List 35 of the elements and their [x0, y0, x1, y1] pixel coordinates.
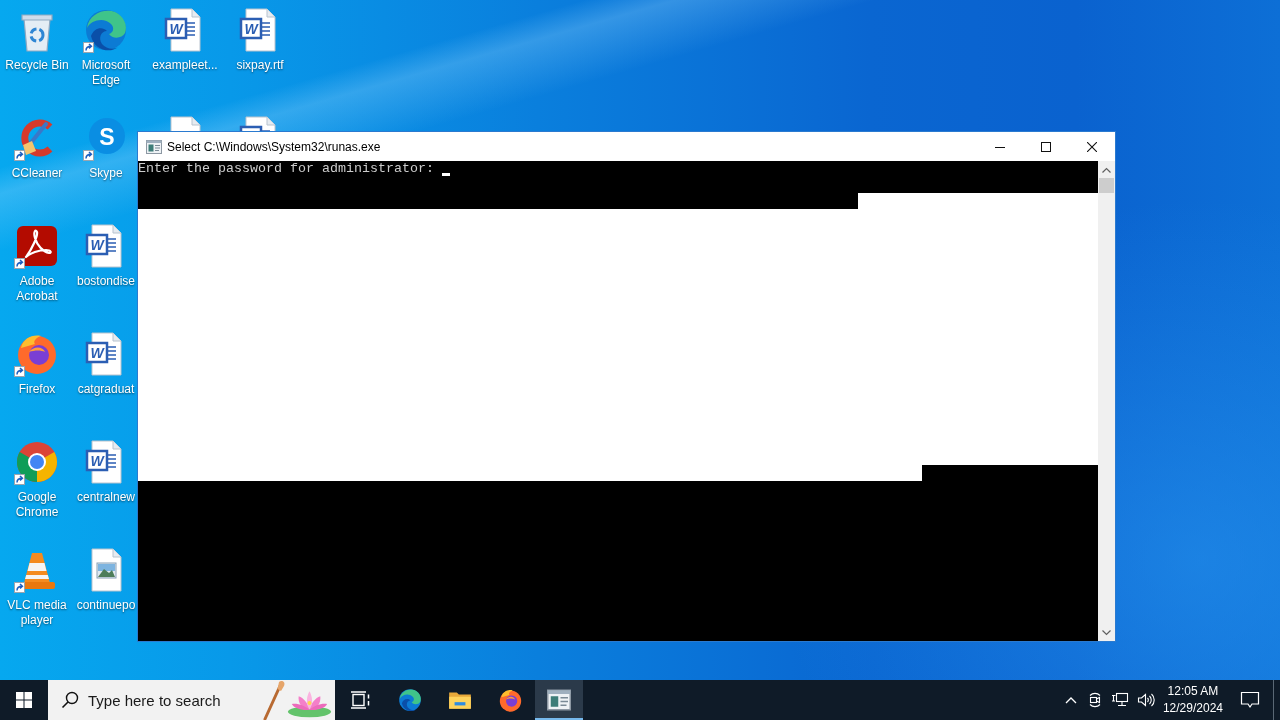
icon-label[interactable]: CCleaner [11, 166, 63, 181]
console-text: Enter the password for administrator: [138, 161, 435, 177]
search-field[interactable]: Type here to search [48, 680, 335, 720]
icon-label[interactable]: Recycle Bin [5, 58, 69, 73]
speaker-volume-icon[interactable] [1136, 692, 1155, 708]
scrollbar-thumb[interactable] [1099, 178, 1114, 193]
close-icon [1087, 141, 1097, 152]
icon-label[interactable]: Skype [89, 166, 123, 181]
icon-label[interactable]: catgraduat [77, 382, 135, 397]
chevron-up-icon [1102, 166, 1111, 173]
window-title: Select C:\Windows\System32\runas.exe [167, 139, 382, 154]
search-icon [61, 691, 79, 709]
icon-label[interactable]: centralnew [77, 490, 135, 505]
notifications-icon[interactable] [1240, 691, 1260, 709]
maximize-icon [1041, 141, 1051, 152]
edge-icon [397, 687, 423, 713]
icon-label[interactable]: Google Chrome [0, 490, 74, 520]
icon-label[interactable]: Microsoft Edge [74, 58, 138, 88]
chevron-down-icon [1102, 629, 1111, 636]
icon-label[interactable]: sixpay.rtf [236, 58, 284, 73]
icon-label[interactable]: exampleet... [152, 58, 218, 73]
icon-label[interactable]: VLC media player [0, 598, 74, 628]
wired-network-icon[interactable] [1110, 692, 1129, 708]
console-window-icon [547, 688, 571, 712]
icon-label[interactable]: Adobe Acrobat [0, 274, 74, 304]
task-view-icon [350, 690, 370, 710]
icon-label[interactable]: Firefox [18, 382, 56, 397]
windows-logo-icon [16, 692, 32, 708]
clock-button[interactable]: 12:05 AM 12/29/2024 [1158, 680, 1227, 720]
icon-label[interactable]: bostondise [76, 274, 135, 289]
taskbar-app-button[interactable] [535, 680, 583, 720]
console-window-icon [146, 138, 162, 155]
scrollbar[interactable] [1098, 161, 1115, 641]
icon-label[interactable]: continuepo [76, 598, 136, 613]
chevron-up-icon[interactable] [1064, 696, 1077, 704]
